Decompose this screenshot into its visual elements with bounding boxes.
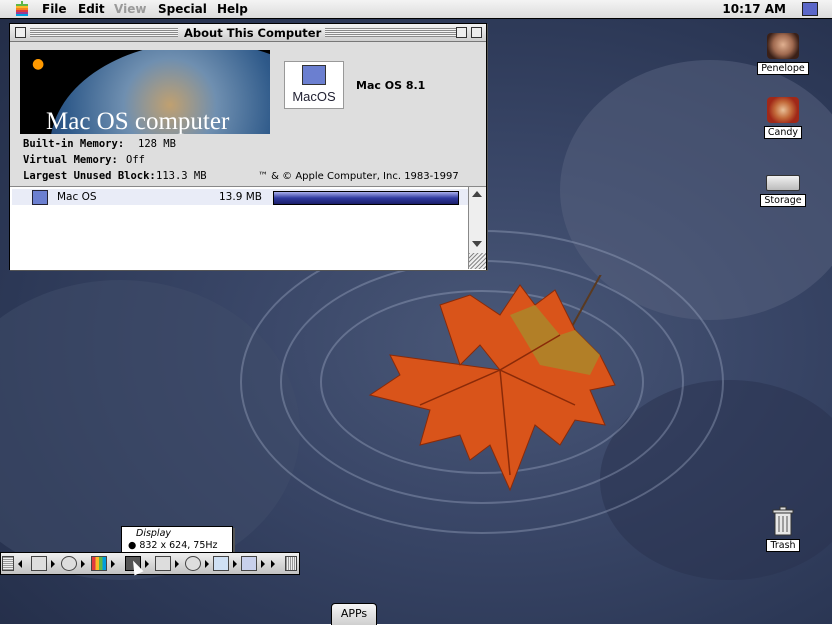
apple-logo-icon: ● bbox=[32, 56, 45, 72]
popup-arrow-icon[interactable] bbox=[205, 560, 209, 568]
popup-arrow-icon[interactable] bbox=[261, 560, 265, 568]
title-bar-stripes bbox=[30, 28, 178, 37]
desktop-icon-candy[interactable]: Candy bbox=[753, 97, 813, 139]
tooltip-value: ● 832 x 624, 75Hz bbox=[128, 540, 218, 551]
menu-file[interactable]: File bbox=[42, 2, 67, 16]
collapse-box-icon[interactable] bbox=[471, 27, 482, 38]
popup-arrow-icon[interactable] bbox=[111, 560, 115, 568]
memory-list: Mac OS 13.9 MB bbox=[10, 186, 486, 270]
menu-edit[interactable]: Edit bbox=[78, 2, 105, 16]
mac-os-banner: ● Mac OS computer bbox=[20, 50, 270, 134]
strip-scroll-left-icon[interactable] bbox=[18, 560, 22, 568]
menu-help[interactable]: Help bbox=[217, 2, 248, 16]
file-sharing-icon[interactable] bbox=[241, 556, 257, 571]
tooltip-resolution: 832 x 624, 75Hz bbox=[139, 540, 218, 551]
quicktime-icon[interactable] bbox=[213, 556, 229, 571]
menu-special[interactable]: Special bbox=[158, 2, 207, 16]
strip-scroll-right-icon[interactable] bbox=[271, 560, 275, 568]
tooltip-title: Display bbox=[136, 528, 172, 539]
menu-clock[interactable]: 10:17 AM bbox=[722, 2, 786, 16]
mac-os-icon bbox=[32, 190, 48, 205]
apple-menu-icon[interactable] bbox=[14, 1, 30, 17]
apps-tab[interactable]: APPs bbox=[331, 603, 377, 625]
memory-usage-fill bbox=[274, 192, 458, 204]
trash-icon bbox=[772, 506, 794, 536]
cd-icon[interactable] bbox=[61, 556, 77, 571]
app-memory-size: 13.9 MB bbox=[219, 191, 262, 203]
largest-block-value: 113.3 MB bbox=[156, 170, 207, 182]
display-tooltip: Display ● 832 x 624, 75Hz bbox=[121, 526, 233, 554]
finder-face-icon bbox=[302, 65, 326, 85]
builtin-memory-value: 128 MB bbox=[138, 138, 176, 150]
color-depth-icon[interactable] bbox=[91, 556, 107, 571]
popup-arrow-icon[interactable] bbox=[175, 560, 179, 568]
desktop-icon-label: Storage bbox=[760, 194, 806, 207]
desktop-icon-label: Candy bbox=[763, 126, 803, 139]
macos-logo: MacOS bbox=[284, 61, 344, 109]
scroll-down-arrow-icon[interactable] bbox=[472, 241, 482, 247]
macos-logo-text: MacOS bbox=[292, 89, 336, 104]
popup-arrow-icon[interactable] bbox=[145, 560, 149, 568]
desktop-icon-trash[interactable]: Trash bbox=[753, 506, 813, 552]
virtual-memory-value: Off bbox=[126, 154, 145, 166]
memory-usage-bar bbox=[273, 191, 459, 205]
app-name: Mac OS bbox=[57, 191, 97, 203]
sound-source-icon[interactable] bbox=[185, 556, 201, 571]
application-menu-icon[interactable] bbox=[802, 2, 818, 16]
desktop-icon-penelope[interactable]: Penelope bbox=[753, 33, 813, 75]
about-this-computer-window: About This Computer ● Mac OS computer Ma… bbox=[9, 23, 487, 270]
resize-grip-icon[interactable] bbox=[468, 253, 486, 269]
person-icon bbox=[767, 97, 799, 123]
popup-arrow-icon[interactable] bbox=[81, 560, 85, 568]
desktop-icon-label: Penelope bbox=[757, 62, 809, 75]
menu-view[interactable]: View bbox=[114, 2, 146, 16]
menu-bar: File Edit View Special Help 10:17 AM bbox=[0, 0, 832, 19]
title-bar-stripes bbox=[316, 28, 456, 37]
speaker-icon[interactable] bbox=[155, 556, 171, 571]
desktop-icon-label: Trash bbox=[766, 539, 800, 552]
scroll-up-arrow-icon[interactable] bbox=[472, 191, 482, 197]
strip-tab-icon[interactable] bbox=[2, 556, 14, 571]
window-title-bar[interactable]: About This Computer bbox=[10, 24, 486, 42]
vertical-scrollbar[interactable] bbox=[468, 187, 486, 253]
control-strip bbox=[0, 552, 300, 575]
os-version: Mac OS 8.1 bbox=[356, 79, 426, 92]
virtual-memory-label: Virtual Memory: bbox=[23, 154, 118, 166]
popup-arrow-icon[interactable] bbox=[233, 560, 237, 568]
close-box-icon[interactable] bbox=[15, 27, 26, 38]
maple-leaf-image bbox=[368, 275, 616, 492]
window-title: About This Computer bbox=[180, 26, 326, 40]
desktop-icon-storage[interactable]: Storage bbox=[753, 171, 813, 207]
person-icon bbox=[767, 33, 799, 59]
list-item[interactable]: Mac OS 13.9 MB bbox=[12, 189, 468, 205]
monitor-icon[interactable] bbox=[31, 556, 47, 571]
copyright-text: ™ & © Apple Computer, Inc. 1983-1997 bbox=[258, 171, 459, 182]
strip-collapse-tab-icon[interactable] bbox=[285, 556, 297, 571]
drive-icon bbox=[766, 175, 800, 191]
zoom-box-icon[interactable] bbox=[456, 27, 467, 38]
builtin-memory-label: Built-in Memory: bbox=[23, 138, 125, 150]
banner-text: Mac OS computer bbox=[46, 108, 230, 134]
popup-arrow-icon[interactable] bbox=[51, 560, 55, 568]
largest-block-label: Largest Unused Block: bbox=[23, 170, 156, 182]
